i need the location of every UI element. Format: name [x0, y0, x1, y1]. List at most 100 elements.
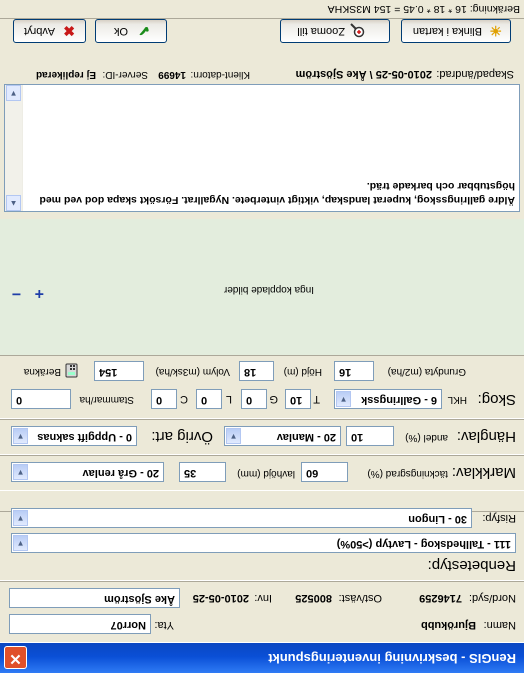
chevron-down-icon[interactable]: ▼ — [13, 535, 28, 551]
blinka-button[interactable]: ☀ Blinka i kartan — [401, 19, 511, 43]
hanglav-section: Hänglav: andel (%) 10 20 - Manlav ▼ Övri… — [0, 419, 524, 455]
skapad-value: 2010-05-25 \ Åke Sjöström — [295, 68, 432, 80]
klient-value: 14699 — [158, 69, 186, 80]
renbetestyp-label: Renbetestyp: — [427, 557, 516, 574]
ovrig-value: 0 - Uppgift saknas — [37, 431, 132, 443]
calculator-icon — [65, 363, 78, 378]
c-label: C — [180, 393, 188, 405]
hojd-label: Höjd (m) — [283, 366, 322, 377]
notes-textarea[interactable]: Äldre gallringsskog, kuperat landskap, v… — [4, 84, 520, 212]
notes-scrollbar[interactable]: ▲ ▼ — [5, 85, 23, 211]
scroll-up-icon[interactable]: ▲ — [6, 195, 21, 211]
chevron-down-icon[interactable]: ▼ — [13, 510, 28, 526]
namn-label: Namn: — [483, 619, 516, 631]
tackning-field[interactable]: 60 — [301, 462, 348, 482]
volym-field[interactable]: 154 — [94, 361, 144, 381]
l-field[interactable]: 0 — [196, 389, 222, 409]
klient-label: Klient-datorn: — [190, 69, 250, 80]
sun-icon: ☀ — [489, 23, 502, 39]
markklav-value: 20 - Grå renlav — [82, 467, 159, 479]
inv-label: Inv: — [254, 592, 272, 604]
zooma-button[interactable]: Zooma till — [280, 19, 390, 43]
dialog-window: RenGIS - beskrivning inventeringspunkt ✕… — [0, 0, 524, 673]
andel-label: andel (%) — [405, 432, 448, 443]
photo-panel: Inga kopplade bilder + − — [0, 219, 524, 355]
blinka-label: Blinka i kartan — [412, 25, 482, 37]
hkl-select[interactable]: 6 - Gallringssk ▼ — [334, 389, 442, 409]
server-label: Server-ID: — [102, 69, 148, 80]
lavhojd-field[interactable]: 35 — [179, 462, 226, 482]
no-photos-text: Inga kopplade bilder — [223, 284, 314, 295]
nordsyd-label: Nord/syd: — [468, 592, 516, 604]
chevron-down-icon[interactable]: ▼ — [13, 428, 28, 444]
hkl-value: 6 - Gallringssk — [361, 394, 437, 406]
t-label: T — [313, 393, 320, 405]
renbetestyp-section: Renbetestyp: 111 - Tallhedskog - Lavtyp … — [0, 508, 524, 581]
ovrig-label: Övrig art: — [151, 428, 213, 445]
hanglav-label: Hänglav: — [456, 428, 516, 445]
lavhojd-label: lavhöjd (mm) — [237, 468, 295, 479]
grundyta-field[interactable]: 16 — [334, 361, 374, 381]
g-label: G — [269, 393, 278, 405]
stammar-field[interactable]: 0 — [11, 389, 71, 409]
yta-field[interactable]: Norr07 — [9, 614, 151, 634]
checkmark-icon: ✔ — [138, 23, 150, 39]
ostvast-value: 800525 — [295, 592, 332, 604]
close-icon[interactable]: ✕ — [4, 646, 27, 669]
l-label: L — [225, 393, 232, 405]
tackning-label: täckningsgrad (%) — [367, 468, 448, 479]
hanglav-select[interactable]: 20 - Manlav ▼ — [224, 426, 341, 446]
berakna-label: Beräkna — [23, 366, 61, 377]
renbetestyp-value: 111 - Tallhedskog - Lavtyp (>50%) — [336, 538, 511, 550]
scroll-down-icon[interactable]: ▼ — [6, 85, 21, 101]
risfyp-label: Risfyp: — [482, 512, 516, 524]
window-title: RenGIS - beskrivning inventeringspunkt — [268, 651, 516, 666]
status-text: Beräkning: 16 * 18 * 0.45 = 154 M3SKHA — [327, 3, 520, 15]
t-field[interactable]: 10 — [285, 389, 311, 409]
markklav-select[interactable]: 20 - Grå renlav ▼ — [11, 462, 164, 482]
berakna-button[interactable]: Beräkna — [14, 360, 84, 382]
ok-label: Ok — [113, 25, 128, 37]
volym-label: Volym (m3sk/ha) — [155, 366, 230, 377]
info-section: Namn: Bjurökubb Yta: Norr07 Nord/syd: 71… — [0, 581, 524, 643]
chevron-down-icon[interactable]: ▼ — [13, 464, 28, 480]
c-field[interactable]: 0 — [151, 389, 177, 409]
remove-photo-button[interactable]: − — [12, 284, 21, 302]
risfyp-value: 30 - Lingon — [408, 513, 467, 525]
avbryt-label: Avbryt — [24, 25, 55, 37]
chevron-down-icon[interactable]: ▼ — [336, 391, 351, 407]
ok-button[interactable]: ✔ Ok — [95, 19, 167, 43]
notes-text: Äldre gallringsskog, kuperat landskap, v… — [39, 180, 515, 206]
magnifier-icon — [350, 23, 365, 38]
skog-section: Skog: HKL 6 - Gallringssk ▼ T 10 G 0 L 0… — [0, 355, 524, 419]
status-bar: Beräkning: 16 * 18 * 0.45 = 154 M3SKHA — [0, 0, 524, 19]
risfyp-select[interactable]: 30 - Lingon ▼ — [11, 508, 472, 528]
hanglav-value: 20 - Manlav — [276, 431, 336, 443]
inv-date: 2010-05-25 — [192, 592, 249, 604]
add-photo-button[interactable]: + — [35, 284, 44, 302]
skog-label: Skog: — [477, 391, 516, 408]
renbetestyp-select[interactable]: 111 - Tallhedskog - Lavtyp (>50%) ▼ — [11, 533, 516, 553]
nordsyd-value: 7146259 — [419, 592, 462, 604]
hkl-label: HKL — [447, 394, 467, 405]
hojd-field[interactable]: 18 — [239, 361, 274, 381]
grundyta-label: Grundyta (m2/ha) — [387, 366, 466, 377]
zooma-label: Zooma till — [297, 25, 345, 37]
markklav-section: Markklav: täckningsgrad (%) 60 lavhöjd (… — [0, 455, 524, 491]
ostvast-label: Ost/väst: — [338, 592, 382, 604]
inv-person-field[interactable]: Åke Sjöström — [9, 588, 180, 608]
namn-value: Bjurökubb — [421, 619, 476, 631]
server-value: Ej replikerad — [35, 69, 96, 80]
avbryt-button[interactable]: ✖ Avbryt — [13, 19, 86, 43]
chevron-down-icon[interactable]: ▼ — [226, 428, 241, 444]
andel-field[interactable]: 10 — [346, 426, 394, 446]
stammar-label: Stammar/ha — [79, 394, 134, 405]
meta-row: Skapad/ändrad: 2010-05-25 \ Åke Sjöström… — [0, 63, 524, 83]
markklav-label: Markklav: — [451, 464, 516, 481]
skapad-label: Skapad/ändrad: — [436, 68, 514, 80]
title-bar: RenGIS - beskrivning inventeringspunkt ✕ — [0, 643, 524, 673]
yta-label: Yta: — [154, 619, 174, 631]
cross-icon: ✖ — [63, 23, 75, 39]
ovrig-select[interactable]: 0 - Uppgift saknas ▼ — [11, 426, 137, 446]
g-field[interactable]: 0 — [241, 389, 267, 409]
